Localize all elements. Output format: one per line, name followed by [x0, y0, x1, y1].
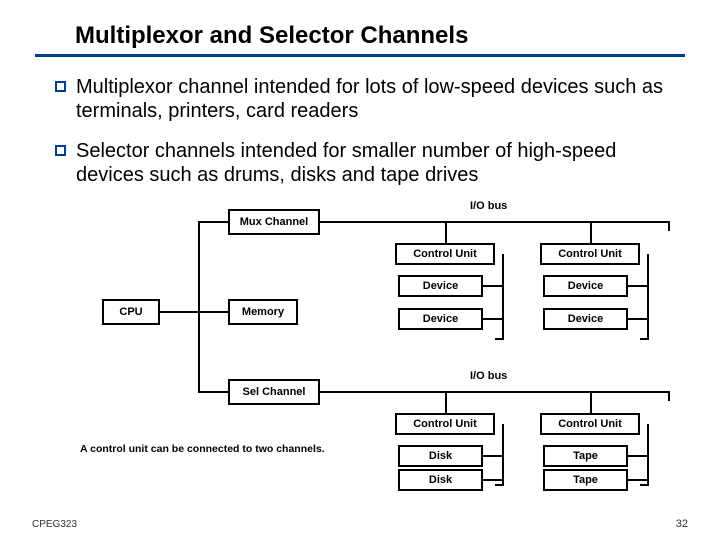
bullet-item: Selector channels intended for smaller n… [55, 139, 670, 187]
memory-box: Memory [228, 299, 298, 325]
tape-box: Tape [543, 469, 628, 491]
control-unit-box: Control Unit [395, 413, 495, 435]
connector [647, 254, 649, 340]
connector [483, 479, 504, 481]
connector [502, 254, 504, 340]
connector [640, 338, 649, 340]
bullet-item: Multiplexor channel intended for lots of… [55, 75, 670, 123]
connector [483, 318, 504, 320]
io-bus-label: I/O bus [470, 370, 507, 382]
connector [198, 311, 228, 313]
connector [483, 285, 504, 287]
sel-channel-box: Sel Channel [228, 379, 320, 405]
connector [198, 221, 200, 391]
footer-page-number: 32 [676, 518, 688, 530]
connector [628, 479, 649, 481]
footer-course-code: CPEG323 [32, 519, 77, 530]
device-box: Device [543, 308, 628, 330]
connector [198, 221, 228, 223]
bus-line [320, 391, 670, 393]
bullet-list: Multiplexor channel intended for lots of… [0, 75, 720, 187]
diagram-note: A control unit can be connected to two c… [80, 443, 325, 455]
connector [590, 391, 592, 413]
connector [483, 455, 504, 457]
tape-box: Tape [543, 445, 628, 467]
connector [668, 391, 670, 401]
connector [495, 484, 504, 486]
device-box: Device [398, 308, 483, 330]
bullet-text: Selector channels intended for smaller n… [76, 139, 670, 187]
connector [445, 221, 447, 243]
device-box: Device [398, 275, 483, 297]
connector [198, 391, 228, 393]
device-box: Device [543, 275, 628, 297]
connector [628, 455, 649, 457]
io-bus-label: I/O bus [470, 200, 507, 212]
mux-channel-box: Mux Channel [228, 209, 320, 235]
connector [668, 221, 670, 231]
slide-title: Multiplexor and Selector Channels [35, 0, 685, 57]
connector [640, 484, 649, 486]
control-unit-box: Control Unit [540, 413, 640, 435]
control-unit-box: Control Unit [540, 243, 640, 265]
connector [590, 221, 592, 243]
connector [445, 391, 447, 413]
control-unit-box: Control Unit [395, 243, 495, 265]
bullet-icon [55, 81, 66, 92]
cpu-box: CPU [102, 299, 160, 325]
bullet-icon [55, 145, 66, 156]
bullet-text: Multiplexor channel intended for lots of… [76, 75, 670, 123]
connector [628, 318, 649, 320]
connector [495, 338, 504, 340]
connector [628, 285, 649, 287]
diagram: CPU Memory Mux Channel Sel Channel I/O b… [0, 203, 720, 493]
disk-box: Disk [398, 445, 483, 467]
disk-box: Disk [398, 469, 483, 491]
connector [160, 311, 200, 313]
bus-line [320, 221, 670, 223]
